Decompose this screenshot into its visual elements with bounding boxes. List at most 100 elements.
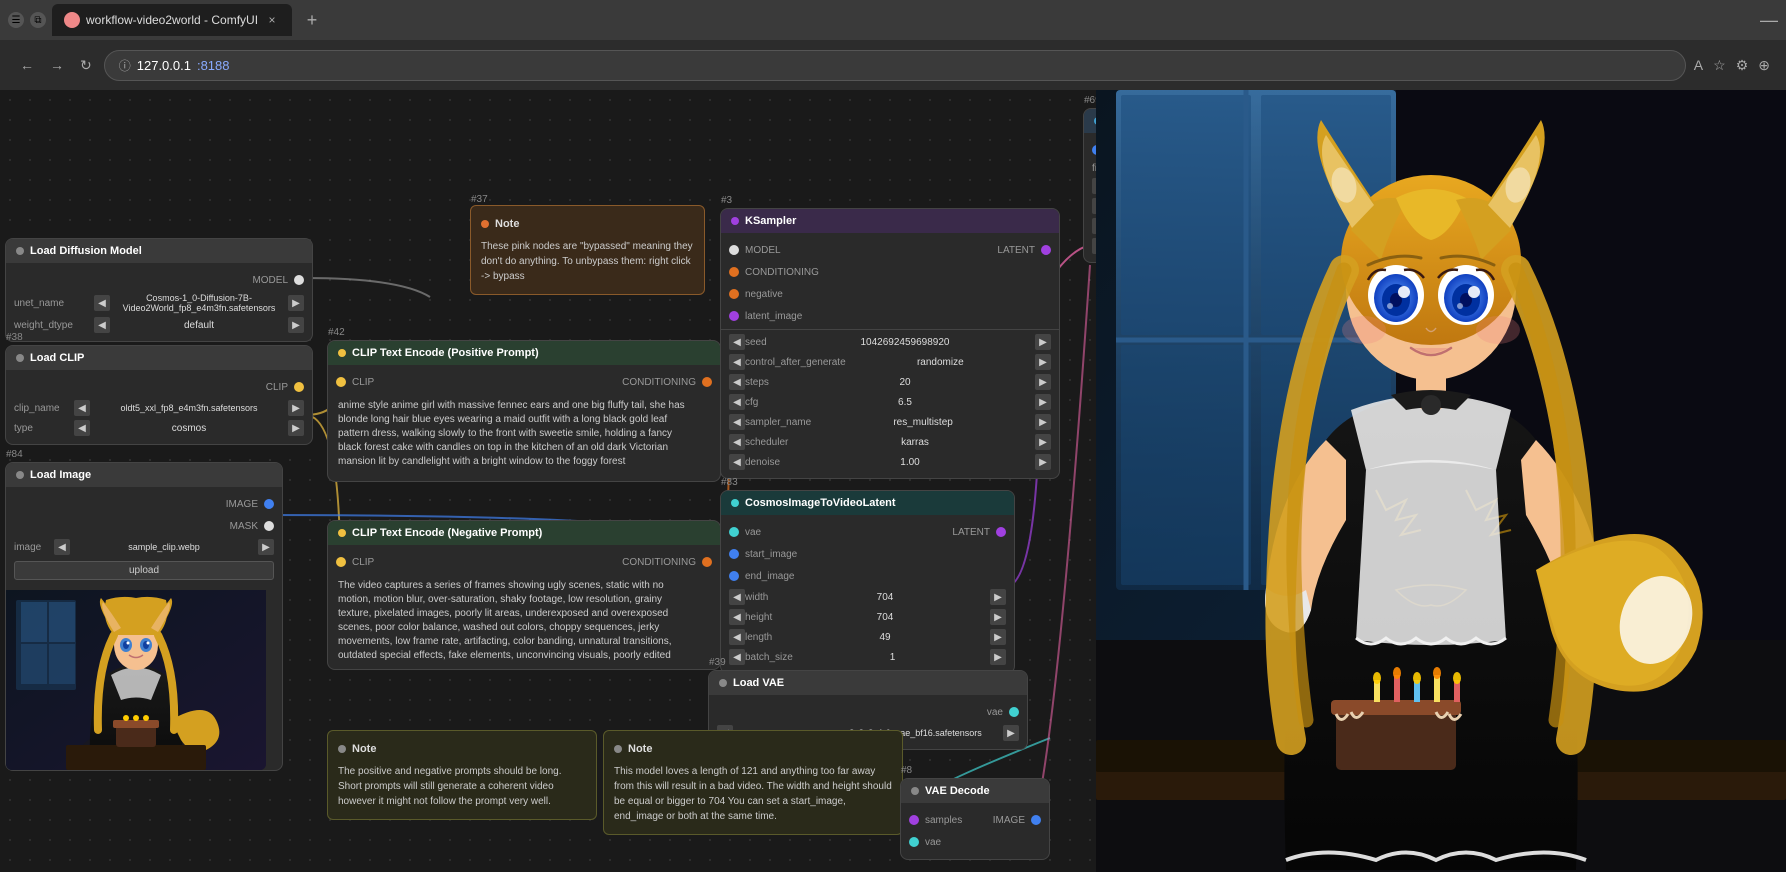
bookmark-btn[interactable]: ☆	[1713, 57, 1726, 74]
positive-prompt-text[interactable]: anime style anime girl with massive fenn…	[328, 393, 708, 475]
height-prev-btn[interactable]: ◀	[729, 609, 745, 625]
note-3-node: Note This model loves a length of 121 an…	[603, 730, 903, 835]
mask-output-port[interactable]	[264, 521, 274, 531]
cond-neg-out-port[interactable]	[702, 557, 712, 567]
url-bar[interactable]: ⓘ 127.0.0.1:8188	[104, 50, 1686, 81]
clip-neg-in-port[interactable]	[336, 557, 346, 567]
node-header-vae-decode: VAE Decode	[901, 779, 1049, 803]
ks-sep1	[721, 329, 1059, 330]
tab-overview-btn[interactable]: ⧉	[30, 12, 46, 28]
batch-prev-btn[interactable]: ◀	[729, 649, 745, 665]
node-title-load-diffusion: Load Diffusion Model	[30, 245, 142, 257]
ctrl-next-btn[interactable]: ▶	[1035, 354, 1051, 370]
clip-prev-btn[interactable]: ◀	[74, 400, 90, 416]
clip-next-btn[interactable]: ▶	[288, 400, 304, 416]
ks-neg-port[interactable]	[729, 289, 739, 299]
unet-name-label: unet_name	[14, 298, 94, 309]
ssl-icon: ⓘ	[119, 57, 131, 74]
sampler-prev-btn[interactable]: ◀	[729, 414, 745, 430]
ks-cfg-val: 6.5	[775, 397, 1035, 408]
ks-seed-row: ◀ seed 1042692459698920 ▶	[721, 332, 1059, 352]
img-next-btn[interactable]: ▶	[258, 539, 274, 555]
ctrl-prev-btn[interactable]: ◀	[729, 354, 745, 370]
cfg-next-btn[interactable]: ▶	[1035, 394, 1051, 410]
steps-next-btn[interactable]: ▶	[1035, 374, 1051, 390]
sched-next-btn[interactable]: ▶	[1035, 434, 1051, 450]
cond-pos-out-port[interactable]	[702, 377, 712, 387]
ks-pos-port[interactable]	[729, 267, 739, 277]
length-prev-btn[interactable]: ◀	[729, 629, 745, 645]
height-next-btn[interactable]: ▶	[990, 609, 1006, 625]
vd-samples-port[interactable]	[909, 815, 919, 825]
node-dot-ksampler	[731, 217, 739, 225]
minimize-btn[interactable]: —	[1760, 10, 1778, 31]
vae-decode-node: #8 VAE Decode samples IMAGE vae	[900, 778, 1050, 860]
img-prev-btn[interactable]: ◀	[54, 539, 70, 555]
clip-neg-in-label: CLIP	[352, 557, 374, 568]
width-next-btn[interactable]: ▶	[990, 589, 1006, 605]
cosmos-startimg-row: start_image	[721, 543, 1014, 565]
clip-positive-node: #42 CLIP Text Encode (Positive Prompt) C…	[327, 340, 721, 482]
seed-prev-btn[interactable]: ◀	[729, 334, 745, 350]
node-title-load-image: Load Image	[30, 469, 91, 481]
vaename-next-btn[interactable]: ▶	[1003, 725, 1019, 741]
negative-prompt-text[interactable]: The video captures a series of frames sh…	[328, 573, 708, 663]
ks-denoise-val: 1.00	[785, 457, 1035, 468]
note3-header: Note	[614, 741, 892, 758]
length-next-btn[interactable]: ▶	[990, 629, 1006, 645]
model-label: MODEL	[252, 275, 288, 286]
clip-pos-in-port[interactable]	[336, 377, 346, 387]
sidebar-btn[interactable]: ☰	[8, 12, 24, 28]
forward-btn[interactable]: →	[46, 53, 68, 77]
dtype-next-btn[interactable]: ▶	[288, 317, 304, 333]
model-output-port[interactable]	[294, 275, 304, 285]
vd-image-out-port[interactable]	[1031, 815, 1041, 825]
image-output-port[interactable]	[264, 499, 274, 509]
cosmos-vae-in-port[interactable]	[729, 527, 739, 537]
vd-vae-port[interactable]	[909, 837, 919, 847]
cosmos-endimg-port[interactable]	[729, 571, 739, 581]
profile-btn[interactable]: ⊕	[1758, 57, 1770, 74]
active-tab[interactable]: workflow-video2world - ComfyUI ×	[52, 4, 292, 36]
width-prev-btn[interactable]: ◀	[729, 589, 745, 605]
node-dot-image	[16, 471, 24, 479]
cosmos-latent-out-port[interactable]	[996, 527, 1006, 537]
ks-latent-out-port[interactable]	[1041, 245, 1051, 255]
cosmos-startimg-port[interactable]	[729, 549, 739, 559]
canvas-area[interactable]: Load Diffusion Model MODEL unet_name ◀ C…	[0, 90, 1786, 872]
sampler-next-btn[interactable]: ▶	[1035, 414, 1051, 430]
type-prev-btn[interactable]: ◀	[74, 420, 90, 436]
node-header-ksampler: KSampler	[721, 209, 1059, 233]
node-number-clip-pos: #42	[328, 327, 345, 338]
cfg-prev-btn[interactable]: ◀	[729, 394, 745, 410]
new-tab-btn[interactable]: +	[298, 6, 326, 34]
ks-model-port[interactable]	[729, 245, 739, 255]
cosmos-vae-in-label: vae	[745, 527, 761, 538]
batch-next-btn[interactable]: ▶	[990, 649, 1006, 665]
tab-close-btn[interactable]: ×	[264, 12, 280, 28]
steps-prev-btn[interactable]: ◀	[729, 374, 745, 390]
right-preview-svg	[1096, 90, 1786, 872]
vae-out-port[interactable]	[1009, 707, 1019, 717]
load-diffusion-model-node: Load Diffusion Model MODEL unet_name ◀ C…	[5, 238, 313, 342]
back-btn[interactable]: ←	[16, 53, 38, 77]
sched-prev-btn[interactable]: ◀	[729, 434, 745, 450]
translate-btn[interactable]: A	[1694, 57, 1703, 74]
ks-latent-in-port[interactable]	[729, 311, 739, 321]
node-body-clip-neg: CLIP CONDITIONING The video captures a s…	[328, 545, 720, 669]
type-next-btn[interactable]: ▶	[288, 420, 304, 436]
cosmos-endimg-row: end_image	[721, 565, 1014, 587]
seed-next-btn[interactable]: ▶	[1035, 334, 1051, 350]
unet-next-btn[interactable]: ▶	[288, 295, 304, 311]
clip-type-row: type ◀ cosmos ▶	[6, 418, 312, 438]
refresh-btn[interactable]: ↻	[76, 53, 96, 78]
clip-output-port[interactable]	[294, 382, 304, 392]
upload-btn[interactable]: upload	[14, 561, 274, 580]
node-header-cosmos: CosmosImageToVideoLatent	[721, 491, 1014, 515]
dtype-prev-btn[interactable]: ◀	[94, 317, 110, 333]
unet-prev-btn[interactable]: ◀	[94, 295, 110, 311]
denoise-next-btn[interactable]: ▶	[1035, 454, 1051, 470]
settings-btn[interactable]: ⚙	[1736, 57, 1749, 74]
node-title-cosmos: CosmosImageToVideoLatent	[745, 497, 896, 509]
denoise-prev-btn[interactable]: ◀	[729, 454, 745, 470]
